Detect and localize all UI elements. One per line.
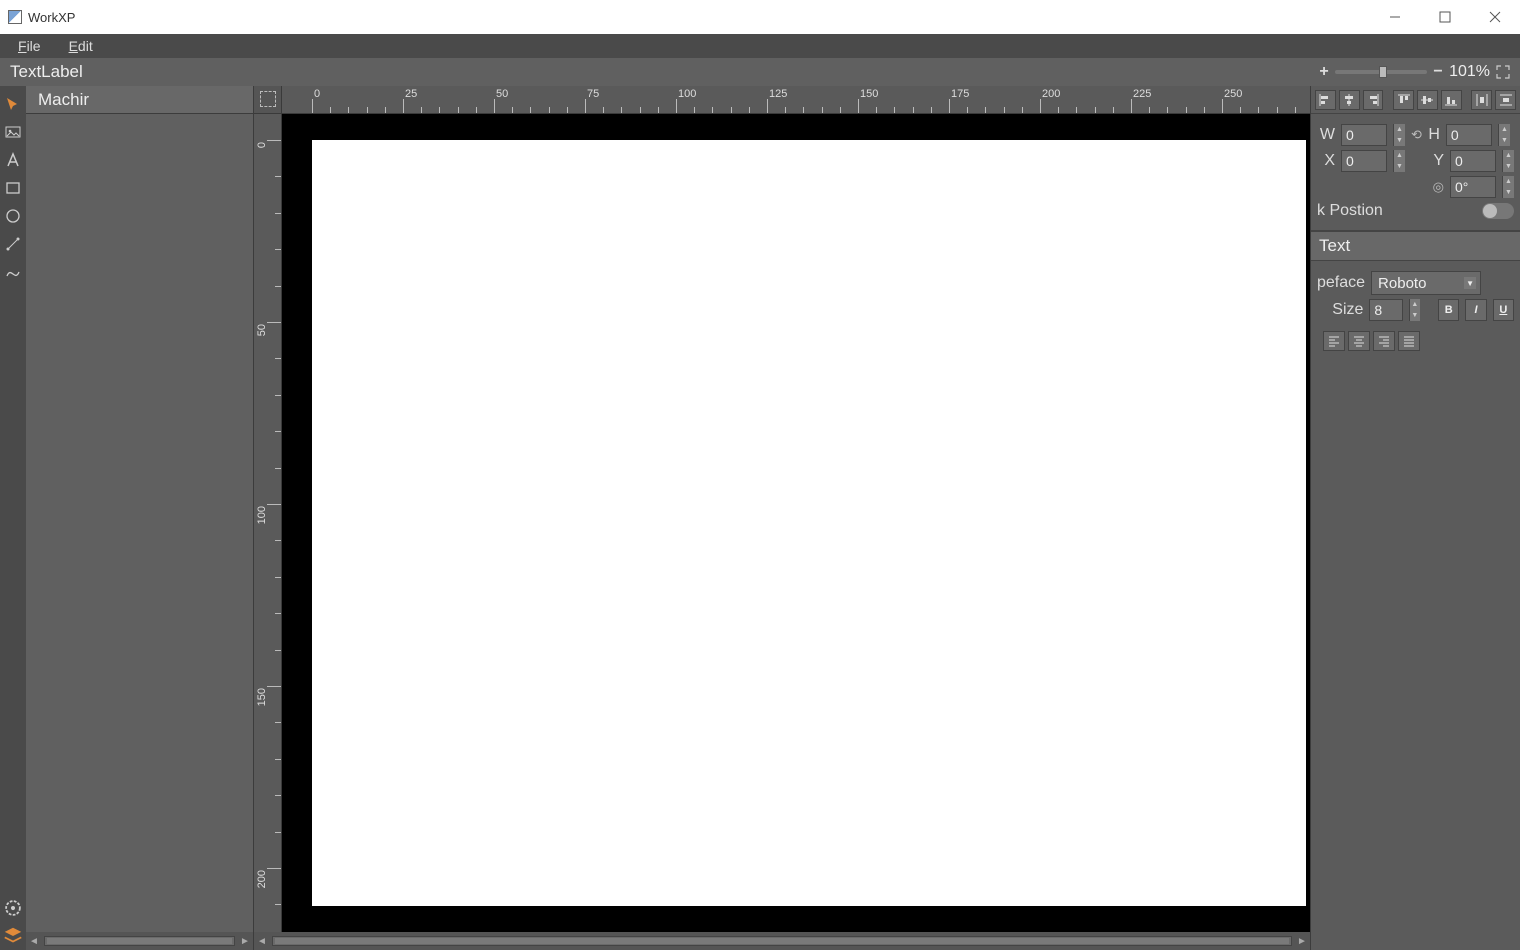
zoom-slider[interactable] — [1335, 70, 1427, 74]
minimize-button[interactable] — [1370, 0, 1420, 34]
scroll-left-icon[interactable]: ◄ — [254, 933, 270, 949]
x-label: X — [1317, 152, 1335, 170]
layers-panel: Machir ◄ ► — [26, 86, 254, 950]
tool-palette — [0, 86, 26, 950]
canvas-area: 025507510012515017520022525027 050100150… — [254, 86, 1310, 950]
y-input[interactable]: 0 — [1450, 150, 1496, 172]
zoom-value: 101% — [1449, 63, 1490, 81]
rotation-stepper[interactable]: ▲▼ — [1502, 176, 1514, 198]
window-title: WorkXP — [28, 10, 75, 25]
scroll-left-icon[interactable]: ◄ — [26, 933, 42, 949]
italic-button[interactable]: I — [1465, 299, 1486, 321]
width-stepper[interactable]: ▲▼ — [1393, 124, 1405, 146]
text-align-justify-button[interactable] — [1398, 331, 1420, 351]
align-left-button[interactable] — [1315, 90, 1336, 110]
zoom-in-button[interactable]: + — [1317, 63, 1331, 81]
y-stepper[interactable]: ▲▼ — [1502, 150, 1514, 172]
x-stepper[interactable]: ▲▼ — [1393, 150, 1405, 172]
image-tool[interactable] — [2, 118, 24, 146]
curve-tool[interactable] — [2, 258, 24, 286]
zoom-control: + − 101% — [1317, 63, 1520, 81]
line-tool[interactable] — [2, 230, 24, 258]
text-section-title: Text — [1311, 231, 1520, 261]
document-tab[interactable]: Machir — [26, 86, 253, 114]
properties-panel: W 0▲▼ ⟲ H 0▲▼ X 0▲▼ Y 0▲▼ ◎ 0°▲▼ k Posti… — [1310, 86, 1520, 950]
y-label: Y — [1432, 152, 1444, 170]
underline-button[interactable]: U — [1493, 299, 1514, 321]
size-input[interactable]: 8 — [1369, 299, 1402, 321]
distribute-h-button[interactable] — [1471, 90, 1492, 110]
link-wh-icon[interactable]: ⟲ — [1411, 127, 1422, 143]
layers-hscroll[interactable]: ◄ ► — [26, 932, 253, 950]
menu-file[interactable]: File — [4, 36, 55, 56]
height-stepper[interactable]: ▲▼ — [1498, 124, 1510, 146]
rotation-icon: ◎ — [1433, 179, 1444, 195]
bold-button[interactable]: B — [1438, 299, 1459, 321]
layers-icon[interactable] — [2, 922, 24, 950]
ruler-horizontal[interactable]: 025507510012515017520022525027 — [282, 86, 1310, 114]
select-tool[interactable] — [2, 90, 24, 118]
menubar: File Edit — [0, 34, 1520, 58]
canvas-hscroll[interactable]: ◄ ► — [254, 932, 1310, 950]
text-align-right-button[interactable] — [1373, 331, 1395, 351]
typeface-label: peface — [1317, 274, 1365, 292]
maximize-button[interactable] — [1420, 0, 1470, 34]
align-toolbar — [1311, 86, 1520, 114]
rectangle-tool[interactable] — [2, 174, 24, 202]
close-button[interactable] — [1470, 0, 1520, 34]
topbar: TextLabel + − 101% — [0, 58, 1520, 86]
scroll-right-icon[interactable]: ► — [1294, 933, 1310, 949]
distribute-v-button[interactable] — [1495, 90, 1516, 110]
canvas-viewport[interactable] — [282, 114, 1310, 932]
align-right-button[interactable] — [1363, 90, 1384, 110]
ellipse-tool[interactable] — [2, 202, 24, 230]
transform-section: W 0▲▼ ⟲ H 0▲▼ X 0▲▼ Y 0▲▼ ◎ 0°▲▼ k Posti… — [1311, 114, 1520, 231]
align-center-v-button[interactable] — [1417, 90, 1438, 110]
x-input[interactable]: 0 — [1341, 150, 1387, 172]
lock-position-toggle[interactable] — [1482, 203, 1514, 219]
textlabel: TextLabel — [0, 60, 93, 84]
titlebar: WorkXP — [0, 0, 1520, 34]
layers-list — [26, 114, 253, 932]
app-icon — [8, 10, 22, 24]
height-input[interactable]: 0 — [1446, 124, 1492, 146]
width-input[interactable]: 0 — [1341, 124, 1387, 146]
chevron-down-icon: ▼ — [1464, 277, 1476, 289]
zoom-fit-button[interactable] — [1494, 63, 1512, 81]
typeface-select[interactable]: Roboto▼ — [1371, 271, 1481, 295]
align-top-button[interactable] — [1393, 90, 1414, 110]
width-label: W — [1317, 126, 1335, 144]
canvas-page[interactable] — [312, 140, 1306, 906]
settings-icon[interactable] — [2, 894, 24, 922]
zoom-out-button[interactable]: − — [1431, 63, 1445, 81]
rotation-input[interactable]: 0° — [1450, 176, 1496, 198]
scroll-right-icon[interactable]: ► — [237, 933, 253, 949]
text-tool[interactable] — [2, 146, 24, 174]
ruler-vertical[interactable]: 050100150200 — [254, 114, 282, 932]
zoom-slider-thumb[interactable] — [1379, 66, 1387, 78]
size-stepper[interactable]: ▲▼ — [1409, 299, 1421, 321]
align-center-h-button[interactable] — [1339, 90, 1360, 110]
align-bottom-button[interactable] — [1441, 90, 1462, 110]
text-align-center-button[interactable] — [1348, 331, 1370, 351]
text-align-left-button[interactable] — [1323, 331, 1345, 351]
size-label: Size — [1317, 301, 1363, 319]
ruler-origin[interactable] — [254, 86, 282, 114]
lock-position-label: k Postion — [1317, 202, 1383, 220]
height-label: H — [1428, 126, 1440, 144]
menu-edit[interactable]: Edit — [55, 36, 107, 56]
text-section: peface Roboto▼ Size 8 ▲▼ B I U — [1311, 261, 1520, 363]
